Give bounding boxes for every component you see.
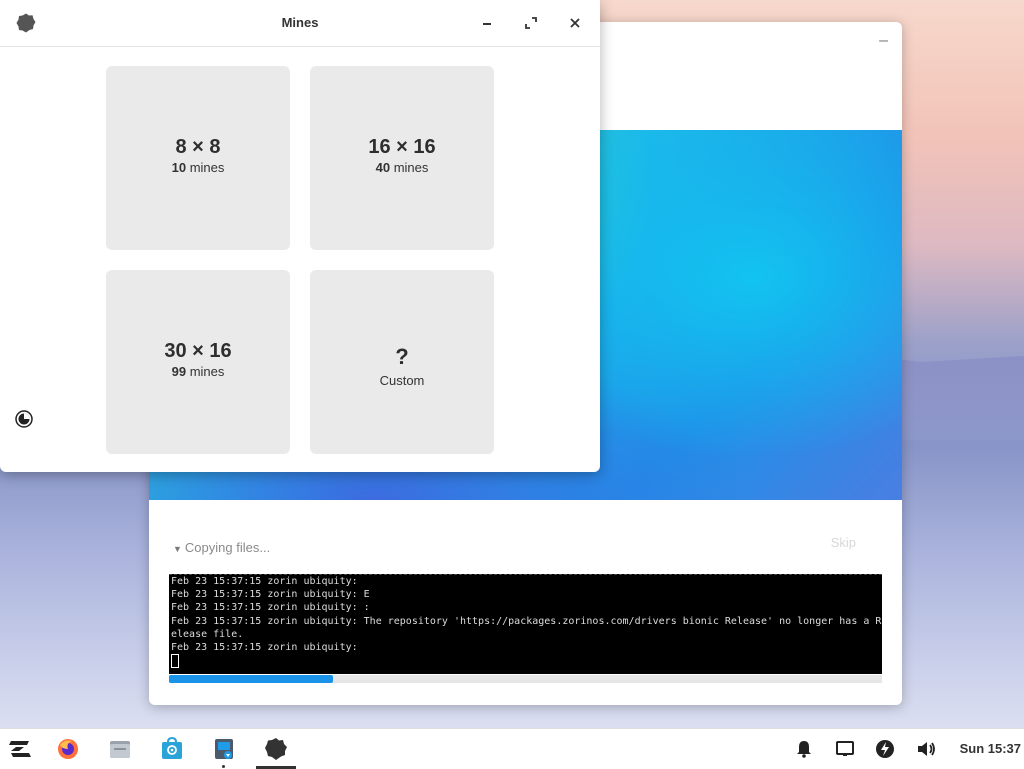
copying-files-label: Copying files... <box>184 540 271 555</box>
power-icon[interactable] <box>873 737 897 761</box>
terminal-line: Feb 23 15:37:15 zorin ubiquity: <box>171 642 358 654</box>
mines-titlebar: Mines <box>0 0 600 47</box>
terminal-cursor <box>171 654 179 669</box>
terminal-line: Feb 23 15:37:15 zorin ubiquity: : <box>171 602 370 614</box>
maximize-button[interactable] <box>520 12 542 34</box>
minimize-button[interactable] <box>476 12 498 34</box>
board-size-label: 16 × 16 <box>368 136 436 158</box>
mines-icon[interactable] <box>264 737 288 761</box>
minimize-button[interactable]: – <box>879 32 888 50</box>
zorin-menu-icon[interactable] <box>8 737 32 761</box>
board-30x16-button[interactable]: 30 × 16 99 mines <box>106 270 290 454</box>
mine-count-label: 10 mines <box>171 160 225 175</box>
busy-cursor-icon <box>15 410 33 428</box>
installer-terminal: Feb 23 15:37:15 zorin ubiquity: Feb 23 1… <box>169 574 882 674</box>
board-16x16-button[interactable]: 16 × 16 40 mines <box>310 66 494 250</box>
taskbar: Sun 15:37 <box>0 728 1024 769</box>
mines-window: Mines 8 × 8 10 mines 16 × 16 40 mines 30… <box>0 0 600 472</box>
custom-question-mark: ? <box>395 344 409 369</box>
close-icon <box>570 18 580 28</box>
board-8x8-button[interactable]: 8 × 8 10 mines <box>106 66 290 250</box>
installer-icon[interactable] <box>212 737 236 761</box>
mine-count-label: 99 mines <box>171 364 225 379</box>
minimize-icon <box>483 23 491 25</box>
maximize-icon <box>525 17 537 29</box>
skip-button[interactable]: Skip <box>831 535 856 550</box>
display-icon[interactable] <box>833 737 857 761</box>
mine-count-label: 40 mines <box>375 160 429 175</box>
board-custom-button[interactable]: ? Custom <box>310 270 494 454</box>
window-title: Mines <box>281 15 319 30</box>
install-progress-bar <box>169 675 882 683</box>
expander-arrow-icon: ▼ <box>173 544 182 554</box>
firefox-icon[interactable] <box>56 737 80 761</box>
terminal-line: Feb 23 15:37:15 zorin ubiquity: E <box>171 589 370 601</box>
custom-label: Custom <box>379 373 425 388</box>
terminal-line: Feb 23 15:37:15 zorin ubiquity: <box>171 576 358 587</box>
volume-icon[interactable] <box>914 737 938 761</box>
install-progress-fill <box>169 675 333 683</box>
terminal-line: Feb 23 15:37:15 zorin ubiquity: The repo… <box>171 615 882 627</box>
files-icon[interactable] <box>108 737 132 761</box>
copying-files-expander[interactable]: ▼ Copying files... <box>173 540 270 555</box>
board-size-label: 8 × 8 <box>175 136 221 158</box>
terminal-line: elease file. <box>171 628 244 640</box>
clock[interactable]: Sun 15:37 <box>960 741 1021 756</box>
software-store-icon[interactable] <box>160 737 184 761</box>
board-size-label: 30 × 16 <box>164 340 232 362</box>
notification-bell-icon[interactable] <box>792 737 816 761</box>
close-button[interactable] <box>564 12 586 34</box>
